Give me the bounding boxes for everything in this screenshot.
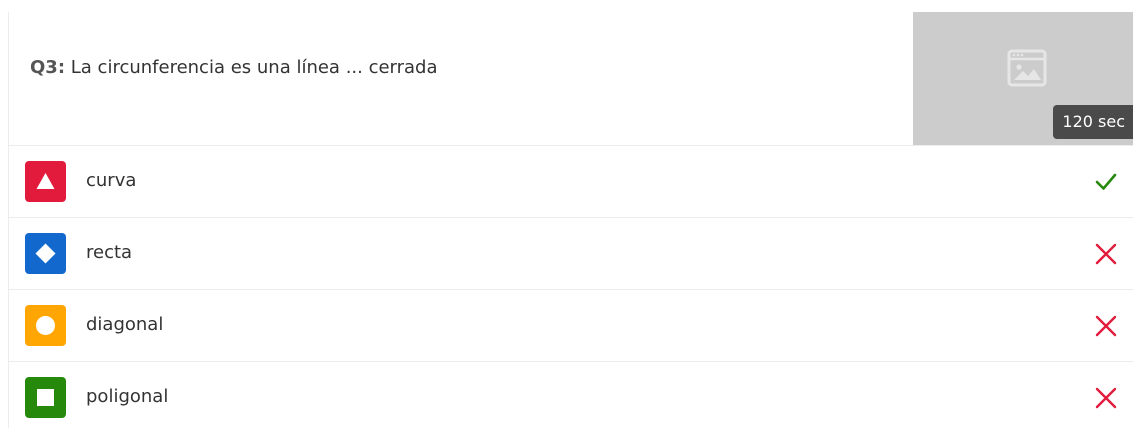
answer-row: diagonal xyxy=(9,290,1133,362)
answer-shape-box xyxy=(25,161,66,202)
question-header: Q3: La circunferencia es una línea ... c… xyxy=(9,12,1133,146)
circle-icon xyxy=(36,316,55,335)
time-limit-badge: 120 sec xyxy=(1053,105,1133,139)
question-title: Q3: La circunferencia es una línea ... c… xyxy=(30,57,438,78)
answer-label: recta xyxy=(86,242,133,263)
question-media-placeholder: 120 sec xyxy=(913,12,1133,145)
cross-icon xyxy=(1095,387,1117,409)
answer-row: curva xyxy=(9,146,1133,218)
diamond-icon xyxy=(35,243,56,264)
question-card: Q3: La circunferencia es una línea ... c… xyxy=(8,12,1133,428)
question-number: Q3: xyxy=(30,57,66,78)
check-icon xyxy=(1095,173,1117,190)
cross-icon xyxy=(1095,315,1117,337)
answer-shape-box xyxy=(25,305,66,346)
square-icon xyxy=(37,389,54,406)
answer-label: curva xyxy=(86,170,137,191)
answer-label: poligonal xyxy=(86,386,169,407)
question-text: La circunferencia es una línea ... cerra… xyxy=(70,57,438,78)
answer-row: poligonal xyxy=(9,362,1133,433)
answer-shape-box xyxy=(25,233,66,274)
triangle-icon xyxy=(36,173,55,189)
answer-shape-box xyxy=(25,377,66,418)
answer-row: recta xyxy=(9,218,1133,290)
image-placeholder-icon xyxy=(1007,49,1047,87)
cross-icon xyxy=(1095,243,1117,265)
answer-label: diagonal xyxy=(86,314,164,335)
